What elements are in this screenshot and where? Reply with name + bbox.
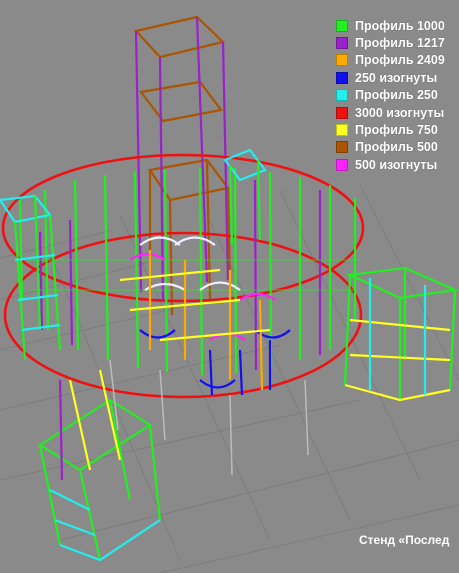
legend-swatch	[336, 158, 348, 171]
legend-label: Профиль 500	[355, 140, 438, 155]
legend-label: Профиль 250	[355, 88, 438, 103]
legend-swatch	[336, 89, 348, 102]
legend-label: Профиль 2409	[355, 53, 445, 68]
legend-label: 500 изогнуты	[355, 157, 438, 172]
legend-item: Профиль 250	[336, 87, 459, 104]
legend-item: Профиль 1217	[336, 34, 459, 51]
legend-label: 250 изогнуты	[355, 70, 438, 85]
legend-swatch	[336, 124, 348, 137]
legend-swatch	[336, 106, 348, 119]
ring-posts	[18, 167, 360, 376]
legend-item: 250 изогнуты	[336, 69, 459, 86]
stand-caption: Стенд «Послед	[359, 533, 450, 547]
red-ring	[1, 153, 365, 399]
legend-swatch	[336, 37, 348, 50]
legend-swatch	[336, 71, 348, 84]
legend-item: Профиль 500	[336, 139, 459, 156]
legend: Профиль 1000 Профиль 1217 Профиль 2409 2…	[336, 17, 459, 174]
legend-item: Профиль 1000	[336, 17, 459, 34]
bottom-left-cage	[37, 369, 162, 562]
legend-item: Профиль 750	[336, 121, 459, 138]
legend-label: Профиль 1217	[355, 36, 445, 51]
legend-label: Профиль 750	[355, 123, 438, 138]
legend-swatch	[336, 141, 348, 154]
legend-swatch	[336, 54, 348, 67]
upper-right-cage	[223, 148, 267, 246]
legend-item: 500 изогнуты	[336, 156, 459, 173]
legend-item: 3000 изогнуты	[336, 104, 459, 121]
legend-swatch	[336, 19, 348, 32]
legend-item: Профиль 2409	[336, 52, 459, 69]
legend-label: Профиль 1000	[355, 18, 445, 33]
right-cage	[343, 266, 459, 402]
legend-label: 3000 изогнуты	[355, 105, 445, 120]
inner-structure	[119, 236, 291, 396]
